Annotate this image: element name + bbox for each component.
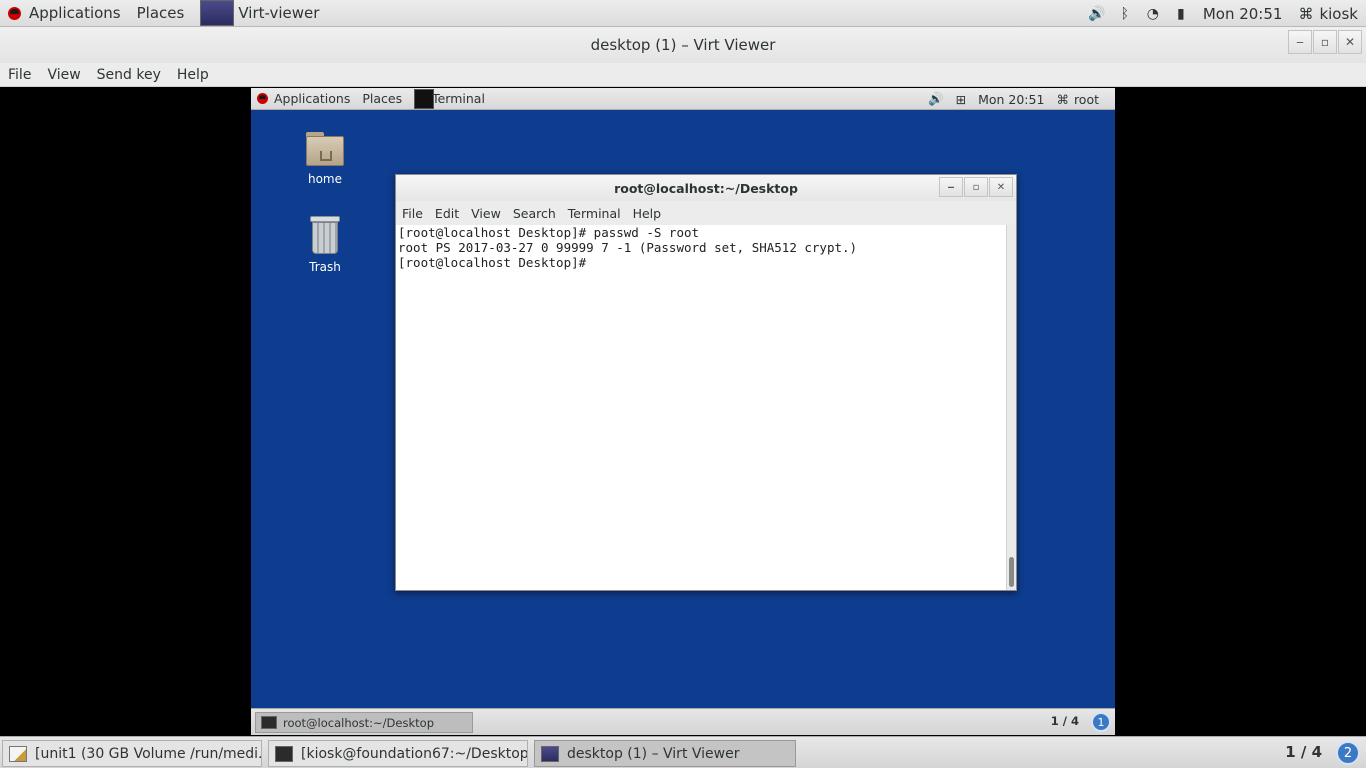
places-menu[interactable]: Places [129,0,193,27]
host-taskbar: [unit1 (30 GB Volume /run/medi... [kiosk… [0,736,1366,768]
network-icon[interactable]: ⊞ [950,88,972,110]
applications-label: Applications [29,4,121,22]
guest-running-app-label: Terminal [432,91,485,106]
desktop-icon-home[interactable]: home [285,132,365,186]
maximize-button[interactable]: ▫ [964,177,988,197]
window-controls: ‒ ▫ ✕ [1287,30,1362,54]
terminal-window[interactable]: root@localhost:~/Desktop ‒ ▫ ✕ File Edit… [395,174,1017,591]
guest-places-menu[interactable]: Places [356,88,408,110]
terminal-prompt-line: [root@localhost Desktop]# [398,255,594,270]
maximize-button[interactable]: ▫ [1313,30,1337,54]
guest-clock[interactable]: Mon 20:51 [972,88,1050,110]
minimize-button[interactable]: ‒ [1288,30,1312,54]
terminal-window-controls: ‒ ▫ ✕ [938,177,1013,197]
guest-applications-menu[interactable]: Applications [251,88,356,110]
clock[interactable]: Mon 20:51 [1195,0,1291,27]
user-icon: ⌘ [1056,91,1069,107]
menu-help[interactable]: Help [169,67,217,83]
user-menu[interactable]: ⌘ kiosk [1290,0,1366,27]
host-top-panel: Applications Places Virt-viewer 🔊 ᛒ ◔ ▮ … [0,0,1366,27]
terminal-line: root PS 2017-03-27 0 99999 7 -1 (Passwor… [398,240,858,255]
host-tray: 🔊 ᛒ ◔ ▮ Mon 20:51 ⌘ kiosk [1083,0,1366,27]
bluetooth-icon[interactable]: ᛒ [1114,0,1136,27]
running-app-label: Virt-viewer [238,4,320,22]
text-editor-icon [9,745,27,762]
guest-display[interactable]: Applications Places Terminal 🔊 ⊞ Mon 20:… [251,88,1115,735]
workspace-indicator[interactable]: 1 / 4 [1285,743,1322,761]
terminal-title: root@localhost:~/Desktop [614,180,798,196]
terminal-menu-edit[interactable]: Edit [429,206,465,221]
redhat-logo-icon [8,6,21,20]
guest-taskbar: root@localhost:~/Desktop 1 / 4 1 [251,708,1115,735]
guest-task-button[interactable]: root@localhost:~/Desktop [255,712,473,733]
volume-icon[interactable]: 🔊 [1086,0,1108,27]
terminal-icon [261,716,277,729]
volume-icon[interactable]: 🔊 [922,88,950,110]
scrollbar-thumb[interactable] [1009,557,1014,587]
taskbar-item-virt-viewer[interactable]: desktop (1) – Virt Viewer [534,740,796,767]
guest-user-name: root [1073,91,1099,107]
menu-file[interactable]: File [0,67,39,83]
terminal-menu-search[interactable]: Search [507,206,562,221]
terminal-scrollbar[interactable] [1006,225,1016,590]
terminal-icon [275,745,293,762]
virt-viewer-icon [200,0,235,26]
trash-icon [310,216,340,254]
guest-notification-badge[interactable]: 1 [1091,712,1111,732]
applications-menu[interactable]: Applications [0,0,129,27]
places-label: Places [136,4,185,22]
desktop-icon-label: home [307,172,343,186]
taskbar-item-unit1[interactable]: [unit1 (30 GB Volume /run/medi... [2,740,262,767]
virt-viewer-titlebar[interactable]: desktop (1) – Virt Viewer ‒ ▫ ✕ [0,27,1366,63]
wifi-icon[interactable]: ◔ [1142,0,1164,27]
virt-viewer-menubar: File View Send key Help [0,63,1366,87]
guest-applications-label: Applications [274,91,351,106]
guest-workspace-indicator[interactable]: 1 / 4 [1051,714,1079,728]
taskbar-item-label: [kiosk@foundation67:~/Desktop] [301,745,528,762]
battery-icon[interactable]: ▮ [1170,0,1192,27]
terminal-line: [root@localhost Desktop]# passwd -S root [398,225,700,240]
guest-task-label: root@localhost:~/Desktop [283,715,434,730]
folder-home-icon [306,132,344,166]
menu-view[interactable]: View [39,67,88,83]
guest-tray: 🔊 ⊞ Mon 20:51 ⌘ root [922,88,1105,110]
terminal-menu-terminal[interactable]: Terminal [562,206,627,221]
terminal-titlebar[interactable]: root@localhost:~/Desktop ‒ ▫ ✕ [396,175,1016,201]
redhat-logo-icon [257,93,268,104]
terminal-menu-file[interactable]: File [396,206,429,221]
close-button[interactable]: ✕ [1338,30,1362,54]
guest-places-label: Places [362,91,403,106]
guest-running-app[interactable]: Terminal [408,88,491,110]
window-title: desktop (1) – Virt Viewer [590,36,776,54]
taskbar-item-terminal[interactable]: [kiosk@foundation67:~/Desktop] [268,740,528,767]
guest-user-menu[interactable]: ⌘ root [1050,88,1105,110]
user-icon: ⌘ [1298,4,1314,23]
user-name: kiosk [1319,4,1358,23]
taskbar-item-label: [unit1 (30 GB Volume /run/medi... [35,745,262,762]
running-app-button[interactable]: Virt-viewer [192,0,327,27]
desktop-icon-label: Trash [309,260,341,274]
guest-top-panel: Applications Places Terminal 🔊 ⊞ Mon 20:… [251,88,1115,110]
menu-send-key[interactable]: Send key [89,67,169,83]
terminal-output[interactable]: [root@localhost Desktop]# passwd -S root… [396,225,1006,590]
taskbar-item-label: desktop (1) – Virt Viewer [567,745,740,762]
notification-badge[interactable]: 2 [1336,741,1360,765]
close-button[interactable]: ✕ [989,177,1013,197]
minimize-button[interactable]: ‒ [939,177,963,197]
virt-viewer-icon [541,745,559,762]
terminal-menu-help[interactable]: Help [627,206,668,221]
terminal-menubar: File Edit View Search Terminal Help [396,201,1016,225]
terminal-menu-view[interactable]: View [465,206,507,221]
desktop-icon-trash[interactable]: Trash [285,216,365,274]
